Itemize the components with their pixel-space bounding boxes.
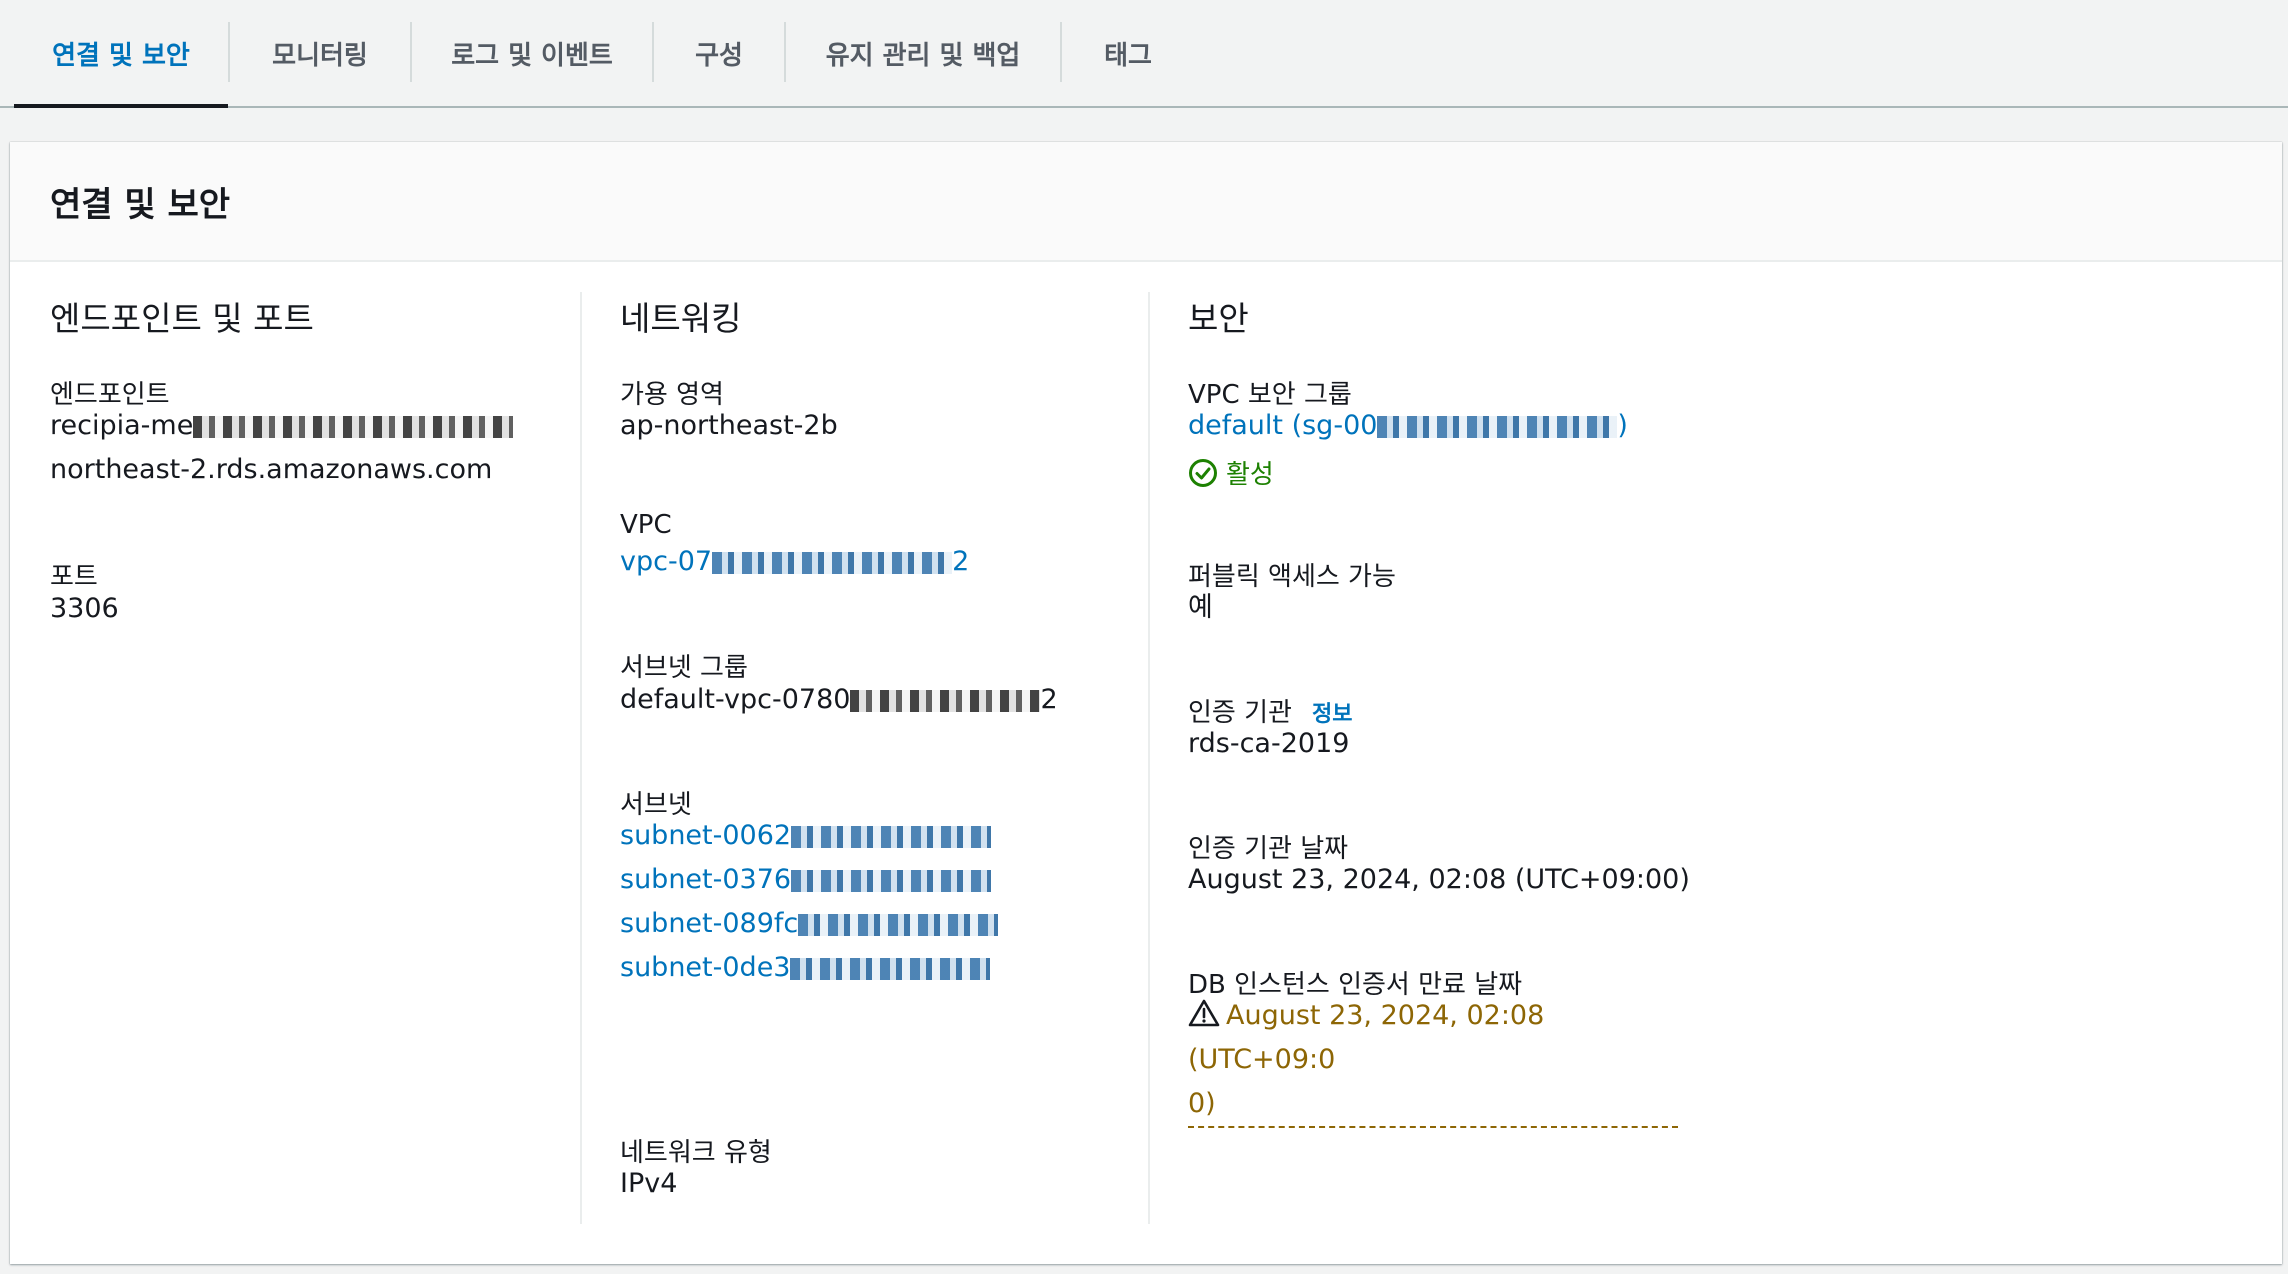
subnet-group-value: default-vpc-0780 2 <box>620 678 1058 722</box>
security-column-divider <box>1148 292 1150 1224</box>
redacted-text <box>193 415 514 438</box>
network-type-value: IPv4 <box>620 1168 678 1199</box>
tab-bar: 연결 및 보안 모니터링 로그 및 이벤트 구성 유지 관리 및 백업 태그 <box>0 0 2288 108</box>
redacted-text <box>1377 415 1618 438</box>
sg-prefix: default (sg-00 <box>1188 410 1378 441</box>
networking-column <box>580 292 582 1224</box>
tab-monitoring[interactable]: 모니터링 <box>230 0 410 106</box>
sg-status: 활성 <box>1188 454 1274 491</box>
endpoint-line2: northeast-2.rds.amazonaws.com <box>50 454 493 485</box>
cert-expiry-line1: August 23, 2024, 02:08 (UTC+09:0 <box>1188 1000 1545 1075</box>
subnet-link[interactable]: subnet-0062 <box>620 814 992 858</box>
subnet-group-suffix: 2 <box>1040 684 1058 715</box>
subnet-id: subnet-089fc <box>620 908 799 939</box>
public-access-label: 퍼블릭 액세스 가능 <box>1188 562 1396 592</box>
subnet-id: subnet-0de3 <box>620 952 791 983</box>
vpc-label: VPC <box>620 510 672 540</box>
subnet-group-prefix: default-vpc-0780 <box>620 684 851 715</box>
tab-tags[interactable]: 태그 <box>1062 0 1194 106</box>
port-value: 3306 <box>50 593 119 624</box>
subnet-id: subnet-0062 <box>620 820 792 851</box>
networking-heading: 네트워킹 <box>620 299 742 338</box>
redacted-text <box>850 689 1041 712</box>
redacted-text <box>791 825 992 848</box>
endpoint-heading: 엔드포인트 및 포트 <box>50 299 314 338</box>
subnet-id: subnet-0376 <box>620 864 792 895</box>
cert-expiry-line2: 0) <box>1188 1088 1216 1119</box>
sg-suffix: ) <box>1617 410 1628 441</box>
vpc-link[interactable]: vpc-07 2 <box>620 540 969 584</box>
panel-title: 연결 및 보안 <box>50 184 231 225</box>
tab-logs-events[interactable]: 로그 및 이벤트 <box>412 0 652 106</box>
vpc-prefix: vpc-07 <box>620 546 713 577</box>
redacted-text <box>712 551 953 574</box>
az-value: ap-northeast-2b <box>620 410 838 441</box>
redacted-text <box>791 869 992 892</box>
cert-expiry-value[interactable]: August 23, 2024, 02:08 (UTC+09:0 0) <box>1188 994 1678 1128</box>
subnet-link[interactable]: subnet-0de3 <box>620 946 991 990</box>
public-access-value: 예 <box>1188 592 1213 623</box>
check-circle-icon <box>1189 458 1217 487</box>
security-group-link[interactable]: default (sg-00) <box>1188 404 1628 448</box>
connectivity-security-panel: 연결 및 보안 엔드포인트 및 포트 엔드포인트 recipia-me nort… <box>10 142 2282 1264</box>
security-heading: 보안 <box>1188 299 1249 338</box>
subnet-link[interactable]: subnet-089fc <box>620 902 999 946</box>
tab-configuration[interactable]: 구성 <box>654 0 784 106</box>
panel-header: 연결 및 보안 <box>10 142 2282 262</box>
subnet-link[interactable]: subnet-0376 <box>620 858 992 902</box>
ca-value: rds-ca-2019 <box>1188 728 1350 759</box>
tab-connectivity-security[interactable]: 연결 및 보안 <box>14 0 228 108</box>
redacted-text <box>790 957 991 980</box>
warning-icon <box>1188 999 1220 1027</box>
sg-status-text: 활성 <box>1226 460 1274 490</box>
vpc-suffix: 2 <box>952 546 970 577</box>
redacted-text <box>798 913 999 936</box>
tab-maintenance-backup[interactable]: 유지 관리 및 백업 <box>786 0 1060 106</box>
endpoint-line1: recipia-me <box>50 410 194 441</box>
endpoint-value: recipia-me northeast-2.rds.amazonaws.com <box>50 404 514 492</box>
ca-date-value: August 23, 2024, 02:08 (UTC+09:00) <box>1188 864 1690 895</box>
